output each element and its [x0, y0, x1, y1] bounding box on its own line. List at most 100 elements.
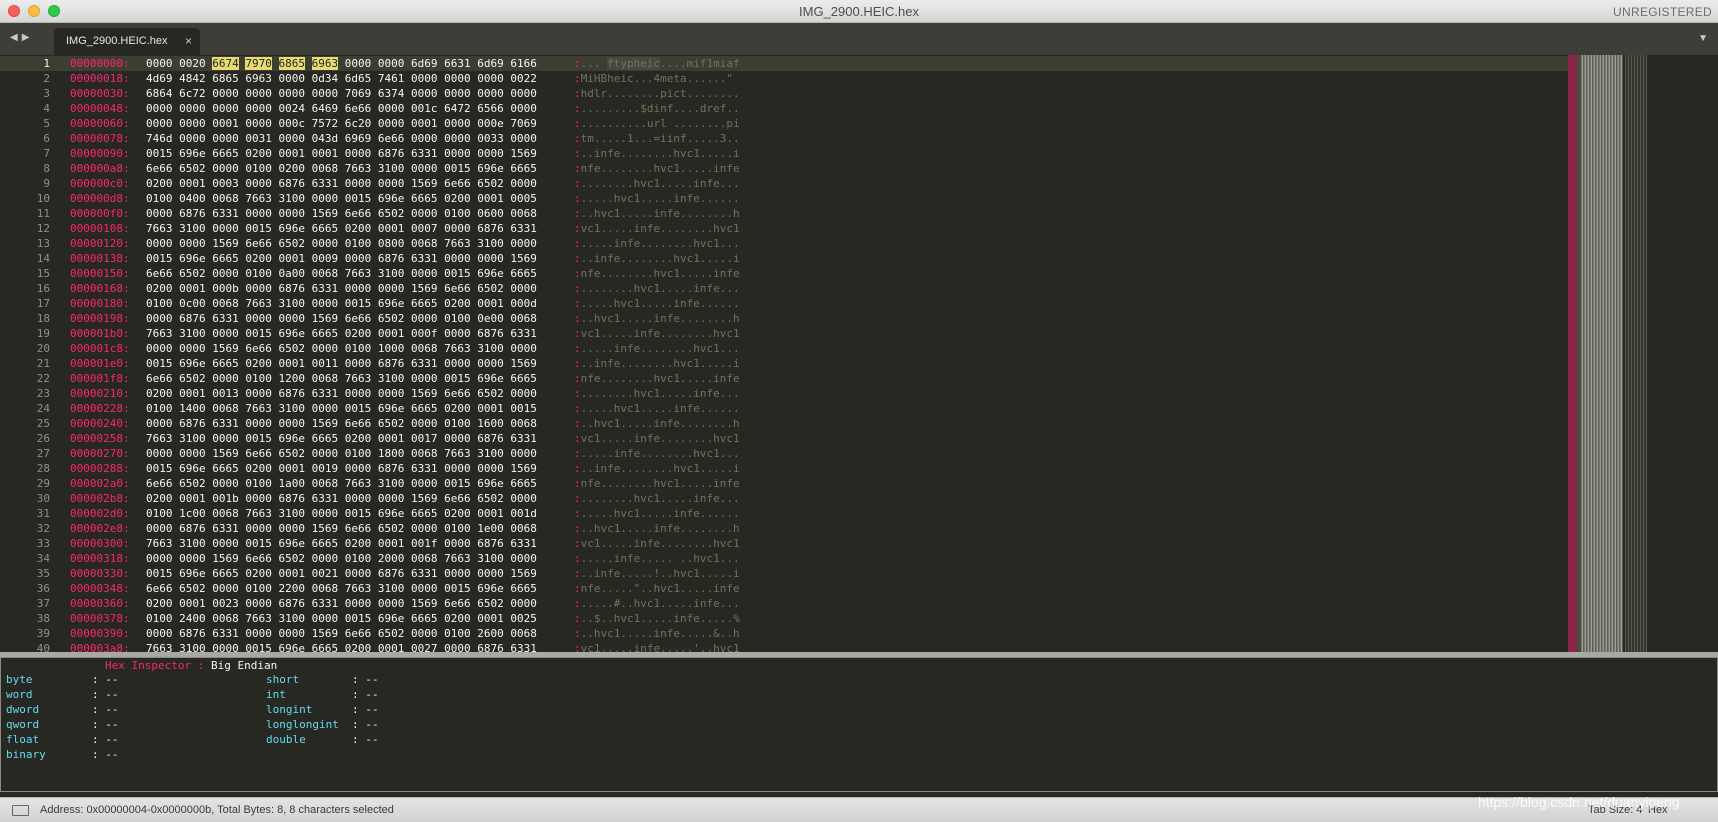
hex-bytes[interactable]: 7663 3100 0000 0015 696e 6665 0200 0001 … [146, 431, 537, 446]
ascii-text[interactable]: :........hvc1.....infe... [574, 281, 740, 296]
ascii-text[interactable]: :nfe........hvc1.....infe [574, 476, 740, 491]
offset-address: 00000078: [70, 132, 130, 145]
inspector-label: float [6, 733, 40, 746]
hex-bytes[interactable]: 7663 3100 0000 0015 696e 6665 0200 0001 … [146, 641, 537, 652]
ascii-text[interactable]: :..hvc1.....infe.....&..h [574, 626, 740, 641]
hex-bytes[interactable]: 7663 3100 0000 0015 696e 6665 0200 0001 … [146, 221, 537, 236]
hex-bytes[interactable]: 0015 696e 6665 0200 0001 0019 0000 6876 … [146, 461, 537, 476]
hex-bytes[interactable]: 0000 6876 6331 0000 0000 1569 6e66 6502 … [146, 311, 537, 326]
ascii-text[interactable]: :..infe.....!..hvc1.....i [574, 566, 740, 581]
hex-bytes[interactable]: 0000 0000 1569 6e66 6502 0000 0100 0800 … [146, 236, 537, 251]
panel-icon[interactable] [12, 805, 29, 816]
ascii-text[interactable]: :MiHBheic...4meta......" [574, 71, 733, 86]
hex-bytes[interactable]: 7663 3100 0000 0015 696e 6665 0200 0001 … [146, 326, 537, 341]
hex-bytes[interactable]: 6e66 6502 0000 0100 1200 0068 7663 3100 … [146, 371, 537, 386]
ascii-text[interactable]: :..infe........hvc1.....i [574, 251, 740, 266]
hex-bytes[interactable]: 0015 696e 6665 0200 0001 0001 0000 6876 … [146, 146, 537, 161]
hex-bytes[interactable]: 0000 0000 1569 6e66 6502 0000 0100 2000 … [146, 551, 537, 566]
ascii-text[interactable]: :.....infe..... ..hvc1... [574, 551, 740, 566]
inspector-endianness[interactable]: Big Endian [211, 659, 277, 672]
hex-bytes[interactable]: 4d69 4842 6865 6963 0000 0d34 6d65 7461 … [146, 71, 537, 86]
hex-editor[interactable]: 1 00000000: 0000 0020 6674 7970 6865 6963 … [0, 55, 1718, 652]
chevron-left-icon[interactable]: ◀ [10, 32, 22, 43]
hex-bytes[interactable]: 0000 6876 6331 0000 0000 1569 6e66 6502 … [146, 206, 537, 221]
hex-bytes[interactable]: 0100 0c00 0068 7663 3100 0000 0015 696e … [146, 296, 537, 311]
ascii-text[interactable]: :hdlr........pict........ [574, 86, 740, 101]
ascii-text[interactable]: :..hvc1.....infe........h [574, 416, 740, 431]
ascii-text[interactable]: :........hvc1.....infe... [574, 491, 740, 506]
hex-bytes[interactable]: 0200 0001 0013 0000 6876 6331 0000 0000 … [146, 386, 537, 401]
chevron-down-icon[interactable]: ▼ [1698, 33, 1708, 44]
hex-bytes[interactable]: 0100 2400 0068 7663 3100 0000 0015 696e … [146, 611, 537, 626]
ascii-text[interactable]: :tm.....1...=iinf.....3.. [574, 131, 740, 146]
hex-bytes[interactable]: 0000 0000 1569 6e66 6502 0000 0100 1800 … [146, 446, 537, 461]
tab-img-2900-heic-hex[interactable]: IMG_2900.HEIC.hex × [54, 28, 200, 55]
hex-bytes[interactable]: 0000 0020 6674 7970 6865 6963 0000 0000 … [146, 56, 537, 71]
hex-bytes[interactable]: 6e66 6502 0000 0100 1a00 0068 7663 3100 … [146, 476, 537, 491]
hex-bytes[interactable]: 0100 1400 0068 7663 3100 0000 0015 696e … [146, 401, 537, 416]
ascii-text[interactable]: :.....hvc1.....infe...... [574, 296, 740, 311]
hex-bytes[interactable]: 0000 0000 0000 0000 0024 6469 6e66 0000 … [146, 101, 537, 116]
ascii-text[interactable]: :.....#..hvc1.....infe... [574, 596, 740, 611]
close-icon[interactable]: × [185, 34, 192, 48]
ascii-text[interactable]: :vc1.....infe........hvc1 [574, 326, 740, 341]
ascii-text[interactable]: :........hvc1.....infe... [574, 176, 740, 191]
hex-bytes[interactable]: 0015 696e 6665 0200 0001 0011 0000 6876 … [146, 356, 537, 371]
hex-bytes[interactable]: 0200 0001 0023 0000 6876 6331 0000 0000 … [146, 596, 537, 611]
ascii-text[interactable]: :.....infe........hvc1... [574, 236, 740, 251]
ascii-text[interactable]: :nfe........hvc1.....infe [574, 266, 740, 281]
chevron-right-icon[interactable]: ▶ [22, 32, 34, 43]
ascii-text[interactable]: :nfe....."..hvc1.....infe [574, 581, 740, 596]
ascii-text[interactable]: :........hvc1.....infe... [574, 386, 740, 401]
hex-bytes[interactable]: 0015 696e 6665 0200 0001 0009 0000 6876 … [146, 251, 537, 266]
ascii-text[interactable]: :..hvc1.....infe........h [574, 311, 740, 326]
hex-bytes[interactable]: 6864 6c72 0000 0000 0000 0000 7069 6374 … [146, 86, 537, 101]
ascii-text[interactable]: :.....hvc1.....infe...... [574, 401, 740, 416]
license-status: UNREGISTERED [1613, 5, 1712, 19]
ascii-text[interactable]: :..infe........hvc1.....i [574, 461, 740, 476]
hex-bytes[interactable]: 0200 0001 0003 0000 6876 6331 0000 0000 … [146, 176, 537, 191]
hex-bytes[interactable]: 6e66 6502 0000 0100 0a00 0068 7663 3100 … [146, 266, 537, 281]
ascii-text[interactable]: :nfe........hvc1.....infe [574, 371, 740, 386]
ascii-text[interactable]: :.........$dinf....dref.. [574, 101, 740, 116]
ascii-text[interactable]: :.....hvc1.....infe...... [574, 506, 740, 521]
hex-bytes[interactable]: 6e66 6502 0000 0100 2200 0068 7663 3100 … [146, 581, 537, 596]
hex-bytes[interactable]: 0100 1c00 0068 7663 3100 0000 0015 696e … [146, 506, 537, 521]
ascii-text[interactable]: :..infe........hvc1.....i [574, 356, 740, 371]
hex-bytes[interactable]: 0000 0000 0001 0000 000c 7572 6c20 0000 … [146, 116, 537, 131]
hex-bytes[interactable]: 0000 0000 1569 6e66 6502 0000 0100 1000 … [146, 341, 537, 356]
ascii-text[interactable]: :..$..hvc1.....infe.....% [574, 611, 740, 626]
hex-bytes[interactable]: 0015 696e 6665 0200 0001 0021 0000 6876 … [146, 566, 537, 581]
hex-bytes[interactable]: 0100 0400 0068 7663 3100 0000 0015 696e … [146, 191, 537, 206]
ascii-text[interactable]: :.....infe........hvc1... [574, 341, 740, 356]
tab-nav-arrows: ◀▶ [10, 32, 33, 43]
hex-bytes[interactable]: 0200 0001 000b 0000 6876 6331 0000 0000 … [146, 281, 537, 296]
line-number: 5 [43, 117, 50, 130]
hex-bytes[interactable]: 746d 0000 0000 0031 0000 043d 6969 6e66 … [146, 131, 537, 146]
ascii-text[interactable]: :.....hvc1.....infe...... [574, 191, 740, 206]
minimap[interactable] [1568, 55, 1658, 652]
ascii-text[interactable]: :..infe........hvc1.....i [574, 146, 740, 161]
ascii-text[interactable]: :..hvc1.....infe........h [574, 206, 740, 221]
offset-address: 000001b0: [70, 327, 130, 340]
ascii-text[interactable]: :... ftypheic....mif1miaf [574, 56, 740, 71]
ascii-text[interactable]: :vc1.....infe........hvc1 [574, 431, 740, 446]
ascii-text[interactable]: :vc1.....infe........hvc1 [574, 536, 740, 551]
hex-bytes[interactable]: 0200 0001 001b 0000 6876 6331 0000 0000 … [146, 491, 537, 506]
hex-bytes[interactable]: 7663 3100 0000 0015 696e 6665 0200 0001 … [146, 536, 537, 551]
hex-bytes[interactable]: 0000 6876 6331 0000 0000 1569 6e66 6502 … [146, 416, 537, 431]
inspector-separator: : [92, 703, 106, 716]
ascii-text[interactable]: :..hvc1.....infe........h [574, 521, 740, 536]
hex-line: 21 000001e0: 0015 696e 6665 0200 0001 0011… [0, 356, 760, 371]
line-number: 20 [36, 342, 50, 355]
hex-line: 7 00000090: 0015 696e 6665 0200 0001 0001 … [0, 146, 760, 161]
hex-bytes[interactable]: 6e66 6502 0000 0100 0200 0068 7663 3100 … [146, 161, 537, 176]
ascii-text[interactable]: :vc1.....infe........hvc1 [574, 221, 740, 236]
ascii-text[interactable]: :nfe........hvc1.....infe [574, 161, 740, 176]
hex-bytes[interactable]: 0000 6876 6331 0000 0000 1569 6e66 6502 … [146, 521, 537, 536]
ascii-text[interactable]: :.....infe........hvc1... [574, 446, 740, 461]
ascii-text[interactable]: :..........url ........pi [574, 116, 740, 131]
offset-address: 00000300: [70, 537, 130, 550]
hex-bytes[interactable]: 0000 6876 6331 0000 0000 1569 6e66 6502 … [146, 626, 537, 641]
ascii-text[interactable]: :vc1.....infe.....'..hvc1 [574, 641, 740, 652]
